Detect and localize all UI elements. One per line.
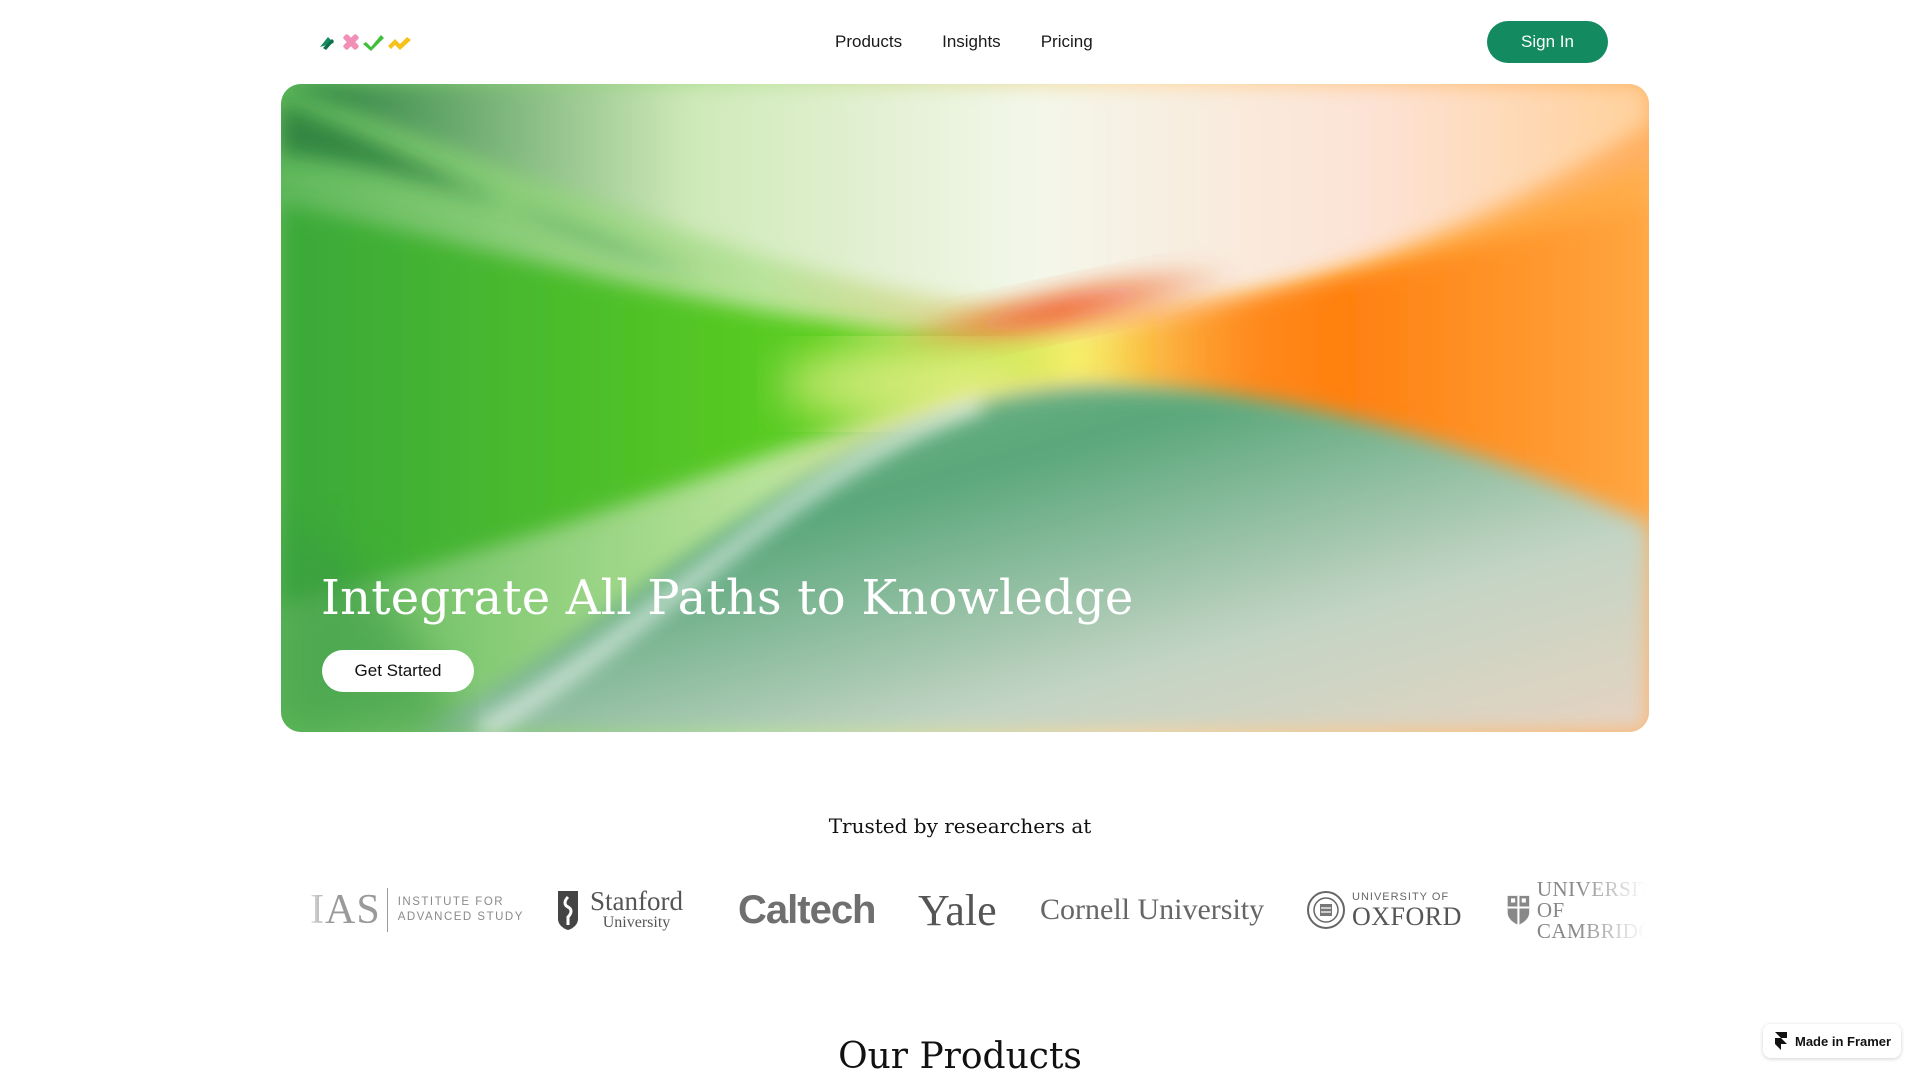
stanford-sub: University bbox=[602, 914, 671, 931]
ias-line-2: ADVANCED STUDY bbox=[397, 911, 524, 923]
framer-icon bbox=[1775, 1032, 1787, 1050]
oxford-wordmark: UNIVERSITY OF OXFORD bbox=[1352, 891, 1462, 930]
yale-logo: Yale bbox=[918, 880, 997, 940]
ias-logo-text: INSTITUTE FOR ADVANCED STUDY bbox=[398, 895, 524, 925]
logos-fade-left bbox=[300, 880, 330, 940]
partner-logos-strip: IAS INSTITUTE FOR ADVANCED STUDY Stanfor… bbox=[300, 880, 1646, 940]
nav-link-insights[interactable]: Insights bbox=[942, 31, 1001, 53]
cornell-logo: Cornell University bbox=[1040, 880, 1264, 940]
hero-title: Integrate All Paths to Knowledge bbox=[321, 570, 1134, 626]
sign-in-button[interactable]: Sign In bbox=[1487, 21, 1608, 63]
yale-wordmark: Yale bbox=[918, 885, 997, 935]
logos-fade-right bbox=[1576, 880, 1646, 940]
stanford-name: Stanford bbox=[590, 886, 683, 916]
hero-banner: Integrate All Paths to Knowledge Get Sta… bbox=[281, 84, 1649, 732]
oxford-crest-icon bbox=[1307, 891, 1345, 929]
made-in-framer-badge[interactable]: Made in Framer bbox=[1763, 1024, 1901, 1058]
trusted-heading: Trusted by researchers at bbox=[828, 814, 1092, 838]
brand-logo-icon[interactable] bbox=[318, 31, 414, 53]
cornell-wordmark: Cornell University bbox=[1040, 893, 1265, 926]
caltech-wordmark: Caltech bbox=[738, 887, 876, 932]
stanford-wordmark: Stanford University bbox=[590, 888, 683, 932]
get-started-button[interactable]: Get Started bbox=[322, 650, 474, 692]
nav-link-products[interactable]: Products bbox=[835, 31, 902, 53]
framer-badge-label: Made in Framer bbox=[1795, 1033, 1892, 1049]
top-navigation: Products Insights Pricing Sign In bbox=[0, 0, 1920, 84]
nav-link-pricing[interactable]: Pricing bbox=[1041, 31, 1093, 53]
oxford-big-text: OXFORD bbox=[1352, 901, 1462, 931]
caltech-logo: Caltech bbox=[738, 880, 876, 940]
oxford-logo: UNIVERSITY OF OXFORD bbox=[1306, 880, 1462, 940]
nav-links: Products Insights Pricing bbox=[835, 31, 1093, 53]
ias-divider bbox=[386, 888, 388, 932]
stanford-tree-icon bbox=[558, 891, 578, 930]
stanford-logo: Stanford University bbox=[554, 880, 683, 940]
cambridge-shield-icon bbox=[1507, 895, 1530, 925]
ias-line-1: INSTITUTE FOR bbox=[397, 896, 505, 908]
hero-gradient-art bbox=[281, 84, 1649, 732]
products-heading: Our Products bbox=[838, 1036, 1082, 1077]
ias-logo: IAS INSTITUTE FOR ADVANCED STUDY bbox=[310, 880, 524, 940]
